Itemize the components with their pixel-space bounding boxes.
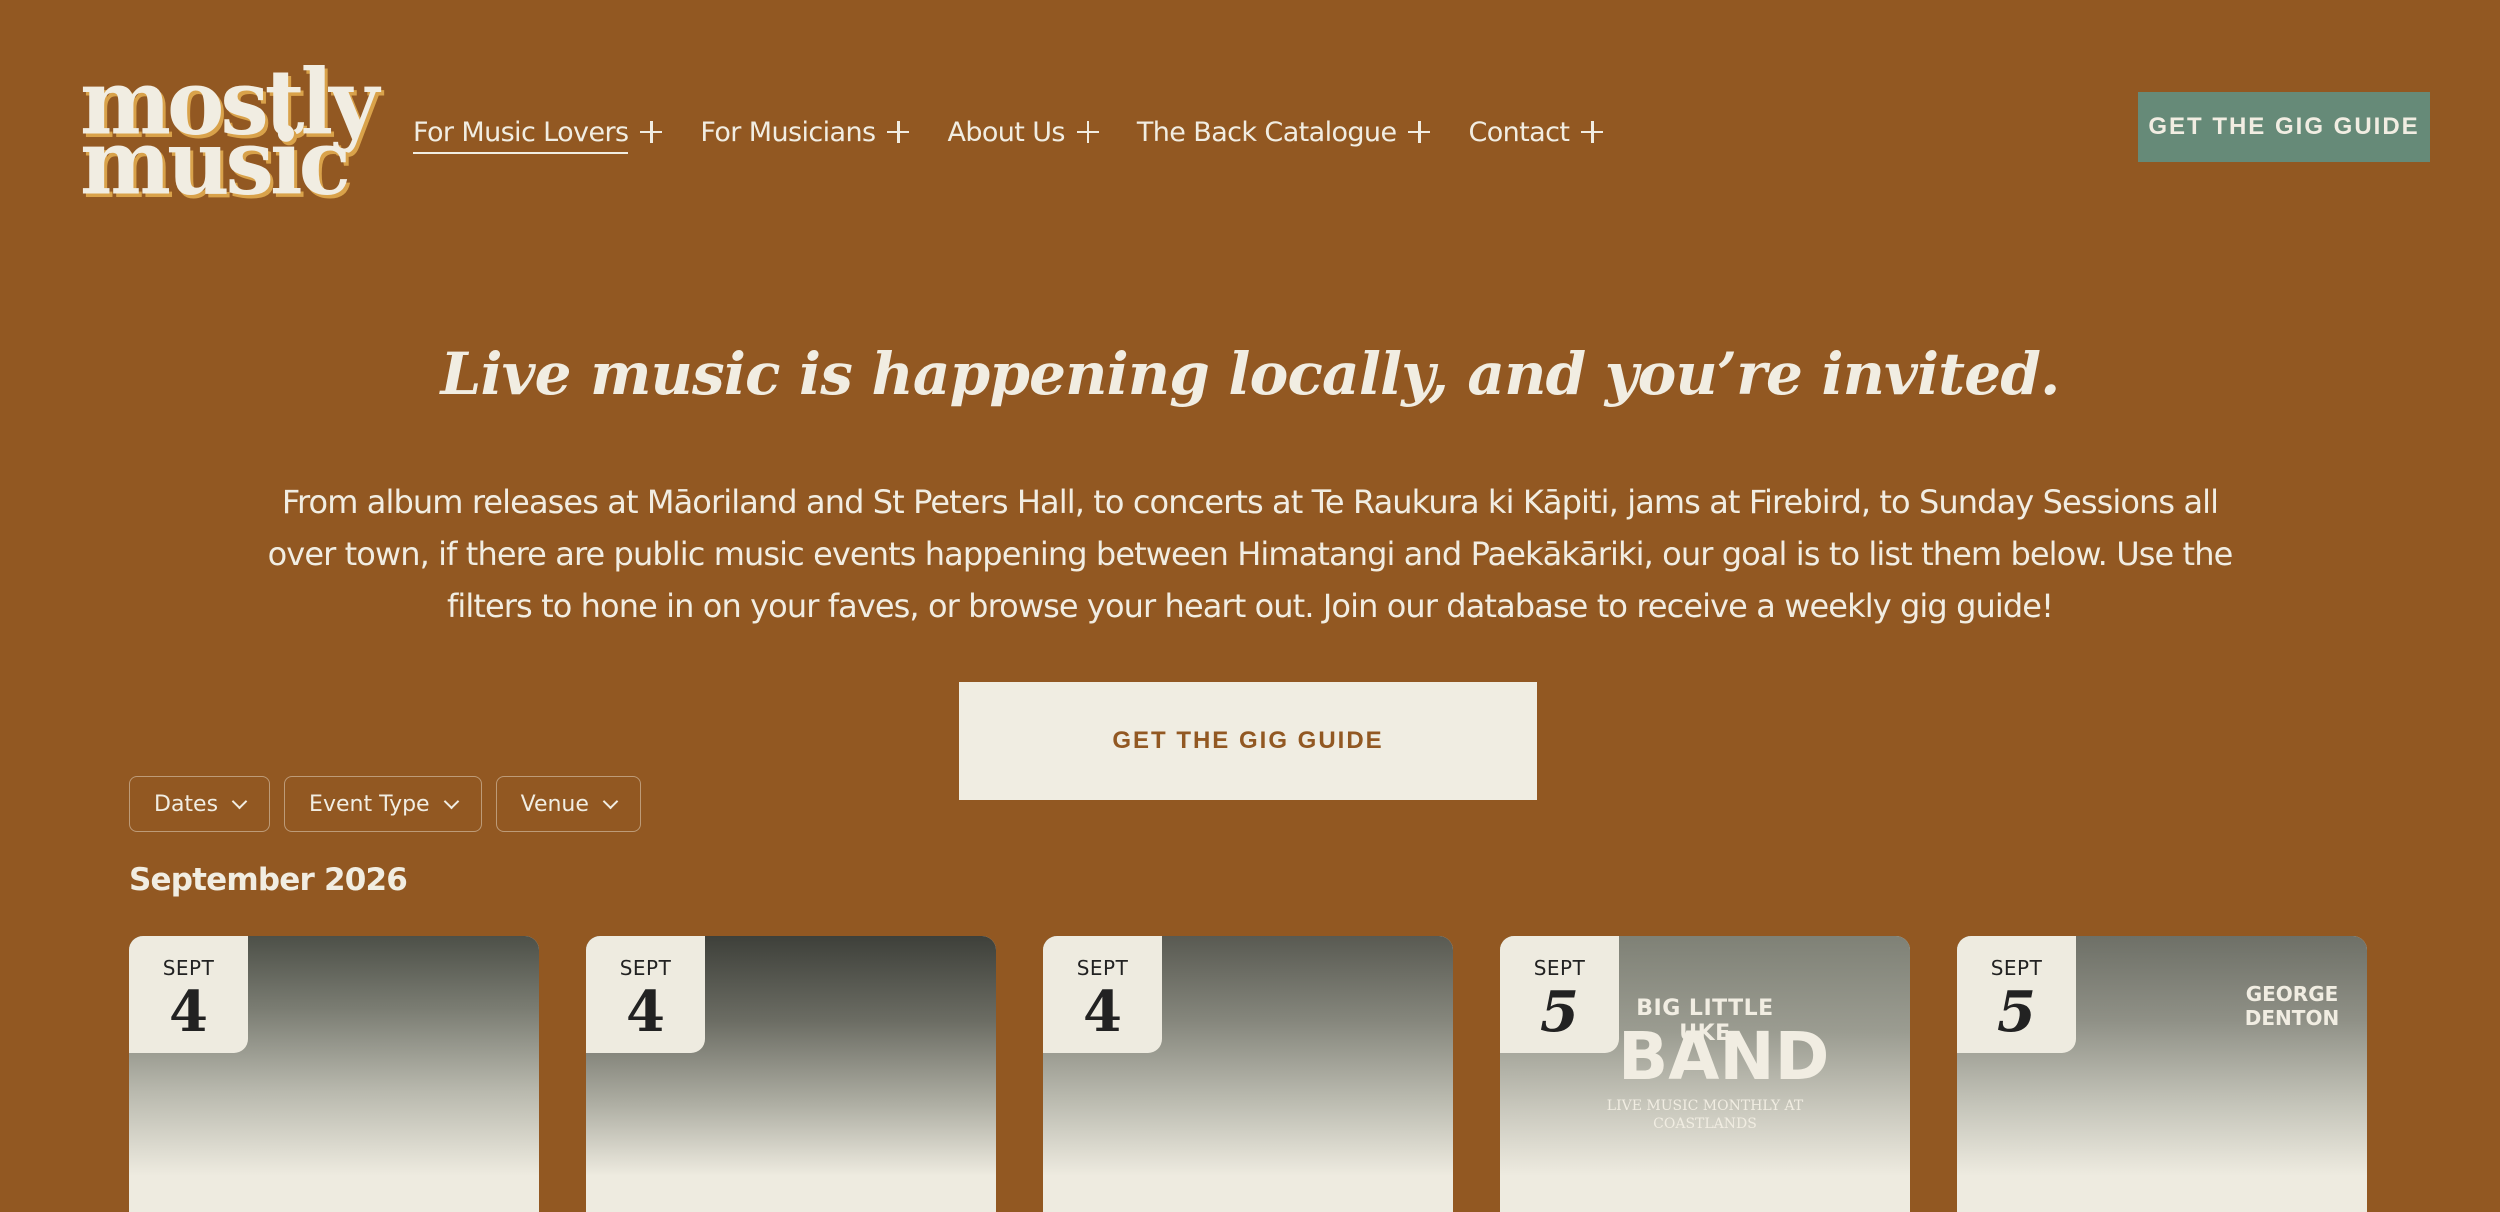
nav-item-about-us[interactable]: About Us	[947, 116, 1099, 148]
poster-name-last: DENTON	[2244, 1006, 2340, 1030]
chevron-down-icon	[443, 793, 459, 809]
nav-item-label: The Back Catalogue	[1136, 116, 1397, 148]
event-card[interactable]: GEORGE DENTON SEPT 5	[1957, 936, 2367, 1212]
poster-subtitle: LIVE MUSIC MONTHLY AT	[1606, 1098, 1804, 1114]
hero-description: From album releases at Māoriland and St …	[267, 483, 2234, 625]
date-month: SEPT	[619, 956, 672, 980]
date-badge: SEPT 4	[1043, 936, 1162, 1053]
date-month: SEPT	[162, 956, 215, 980]
header-gig-guide-button[interactable]: GET THE GIG GUIDE	[2138, 92, 2430, 162]
plus-icon[interactable]	[887, 121, 910, 143]
event-card[interactable]: SEPT 4	[586, 936, 996, 1212]
plus-icon[interactable]	[1581, 121, 1604, 143]
date-badge: SEPT 5	[1500, 936, 1619, 1053]
date-day: 5	[1997, 979, 2036, 1045]
filter-label: Venue	[520, 791, 589, 817]
filter-venue[interactable]: Venue	[495, 776, 641, 832]
poster-title-band: BAND	[1618, 1018, 1830, 1095]
nav-item-label: About Us	[947, 116, 1065, 148]
filter-label: Dates	[154, 791, 219, 817]
logo-word-music: music	[80, 109, 351, 216]
site-logo[interactable]: mostly music	[80, 57, 379, 207]
month-heading: September 2026	[129, 862, 408, 898]
hero-title: Live music is happening locally, and you…	[440, 340, 2061, 408]
date-day: 4	[626, 979, 665, 1045]
hero-gig-guide-button[interactable]: GET THE GIG GUIDE	[959, 682, 1537, 800]
nav-item-label: For Musicians	[700, 116, 876, 148]
plus-icon[interactable]	[1408, 121, 1431, 143]
main-nav: For Music Lovers For Musicians About Us …	[413, 108, 1641, 156]
date-month: SEPT	[1076, 956, 1129, 980]
nav-item-label: For Music Lovers	[413, 117, 629, 154]
date-month: SEPT	[1533, 956, 1586, 980]
nav-item-for-music-lovers[interactable]: For Music Lovers	[413, 111, 663, 154]
nav-item-back-catalogue[interactable]: The Back Catalogue	[1137, 117, 1431, 148]
date-day: 4	[1083, 979, 1122, 1045]
chevron-down-icon	[231, 793, 248, 809]
nav-item-contact[interactable]: Contact	[1468, 116, 1604, 148]
nav-item-label: Contact	[1468, 116, 1570, 148]
event-filters: Dates Event Type Venue	[129, 776, 655, 832]
poster-name-first: GEORGE	[2245, 982, 2339, 1006]
filter-label: Event Type	[309, 791, 430, 817]
date-badge: SEPT 4	[586, 936, 705, 1053]
plus-icon[interactable]	[640, 121, 663, 143]
date-day: 4	[169, 979, 208, 1045]
poster-venue: COASTLANDS	[1653, 1116, 1757, 1132]
event-card[interactable]: BIG LITTLE UKE BAND LIVE MUSIC MONTHLY A…	[1500, 936, 1910, 1212]
date-month: SEPT	[1990, 956, 2043, 980]
date-badge: SEPT 4	[129, 936, 248, 1053]
event-card[interactable]: SEPT 4	[129, 936, 539, 1212]
plus-icon[interactable]	[1076, 121, 1099, 143]
event-card[interactable]: SEPT 4	[1043, 936, 1453, 1212]
filter-event-type[interactable]: Event Type	[284, 776, 482, 832]
date-day: 5	[1540, 979, 1579, 1045]
chevron-down-icon	[602, 793, 619, 809]
date-badge: SEPT 5	[1957, 936, 2076, 1053]
nav-item-for-musicians[interactable]: For Musicians	[700, 116, 910, 148]
filter-dates[interactable]: Dates	[129, 776, 271, 832]
